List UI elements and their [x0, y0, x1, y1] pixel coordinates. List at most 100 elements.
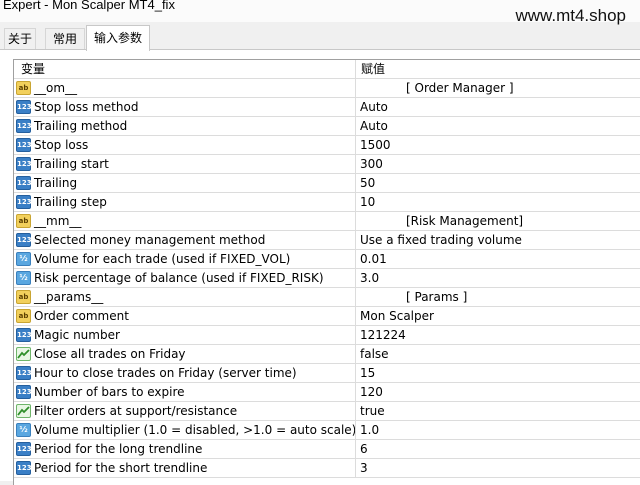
integer-icon: 123 — [16, 328, 32, 342]
variable-value: 1500 — [360, 138, 391, 152]
table-row[interactable]: Filter orders at support/resistance true — [14, 402, 640, 421]
table-row[interactable]: 123 Trailing 50 — [14, 174, 640, 193]
table-row[interactable]: 123 Selected money management method Use a… — [14, 231, 640, 250]
table-row[interactable]: ½ Risk percentage of balance (used if FIX… — [14, 269, 640, 288]
variable-value: 120 — [360, 385, 383, 399]
variable-cell[interactable]: Close all trades on Friday — [14, 345, 356, 363]
variable-cell[interactable]: 123 Hour to close trades on Friday (serve… — [14, 364, 356, 382]
value-cell[interactable]: 3 — [356, 459, 640, 477]
tab-about[interactable]: 关于 — [4, 28, 36, 49]
table-row[interactable]: 123 Number of bars to expire 120 — [14, 383, 640, 402]
table-row[interactable]: 123 Period for the long trendline 6 — [14, 440, 640, 459]
variable-value: 10 — [360, 195, 376, 209]
variable-cell[interactable]: 123 Trailing method — [14, 117, 356, 135]
variable-name: Volume for each trade (used if FIXED_VOL… — [34, 252, 291, 266]
header-value-cell[interactable]: 赋值 — [356, 60, 640, 78]
variable-name: __mm__ — [34, 214, 82, 228]
variable-cell[interactable]: 123 Magic number — [14, 326, 356, 344]
table-row[interactable]: 123 Trailing step 10 — [14, 193, 640, 212]
value-cell[interactable]: 3.0 — [356, 269, 640, 287]
value-cell[interactable]: 1500 — [356, 136, 640, 154]
variable-cell[interactable]: 123 Trailing start — [14, 155, 356, 173]
table-row[interactable]: Close all trades on Friday false — [14, 345, 640, 364]
variable-cell[interactable]: ½ Risk percentage of balance (used if FIX… — [14, 269, 356, 287]
variable-cell[interactable]: ab Order comment — [14, 307, 356, 325]
value-cell[interactable]: Use a fixed trading volume — [356, 231, 640, 249]
variable-cell[interactable]: ½ Volume multiplier (1.0 = disabled, >1.0… — [14, 421, 356, 439]
variable-value: Auto — [360, 119, 388, 133]
table-row[interactable]: 123 Period for the short trendline 3 — [14, 459, 640, 478]
integer-icon: 123 — [16, 366, 32, 380]
table-row[interactable]: ½ Volume multiplier (1.0 = disabled, >1.0… — [14, 421, 640, 440]
variable-cell[interactable]: ab __om__ — [14, 79, 356, 97]
variable-value: 6 — [360, 442, 368, 456]
table-row[interactable]: ab __mm__ [Risk Management] — [14, 212, 640, 231]
variable-cell[interactable]: 123 Period for the long trendline — [14, 440, 356, 458]
variable-value: 50 — [360, 176, 376, 190]
variable-cell[interactable]: 123 Trailing step — [14, 193, 356, 211]
variable-cell[interactable]: 123 Selected money management method — [14, 231, 356, 249]
header-value-label: 赋值 — [361, 62, 386, 76]
table-row[interactable]: ab __om__ [ Order Manager ] — [14, 79, 640, 98]
parameters-table: 变量 赋值 ab __om__[ Order Manager ] 123 Stop l… — [13, 59, 640, 485]
tab-common[interactable]: 常用 — [45, 28, 85, 49]
integer-icon: 123 — [16, 176, 32, 190]
table-row[interactable]: ab Order comment Mon Scalper — [14, 307, 640, 326]
window-titlebar: Expert - Mon Scalper MT4_fix www.mt4.sho… — [0, 0, 640, 25]
variable-cell[interactable]: 123 Stop loss — [14, 136, 356, 154]
enum-icon: 123 — [16, 233, 32, 247]
value-cell[interactable]: 10 — [356, 193, 640, 211]
value-cell[interactable]: [Risk Management] — [356, 212, 640, 230]
variable-name: Trailing method — [34, 119, 128, 133]
integer-icon: 123 — [16, 195, 32, 209]
variable-value: Auto — [360, 100, 388, 114]
table-row[interactable]: 123 Magic number 121224 — [14, 326, 640, 345]
variable-value: 0.01 — [360, 252, 387, 266]
value-cell[interactable]: [ Params ] — [356, 288, 640, 306]
watermark-text: www.mt4.shop — [515, 6, 626, 25]
value-cell[interactable]: 15 — [356, 364, 640, 382]
value-cell[interactable]: true — [356, 402, 640, 420]
table-row[interactable]: 123 Trailing start 300 — [14, 155, 640, 174]
table-row[interactable]: 123 Trailing method Auto — [14, 117, 640, 136]
value-cell[interactable]: Auto — [356, 117, 640, 135]
variable-name: __om__ — [34, 81, 78, 95]
section-header-value: [ Order Manager ] — [406, 81, 514, 95]
tab-inputs[interactable]: 输入参数 — [86, 25, 150, 51]
table-row[interactable]: 123 Stop loss method Auto — [14, 98, 640, 117]
value-cell[interactable]: Auto — [356, 98, 640, 116]
variable-name: Filter orders at support/resistance — [34, 404, 238, 418]
value-cell[interactable]: 6 — [356, 440, 640, 458]
value-cell[interactable]: false — [356, 345, 640, 363]
variable-name: Stop loss — [34, 138, 89, 152]
variable-cell[interactable]: Filter orders at support/resistance — [14, 402, 356, 420]
table-row[interactable]: ½ Volume for each trade (used if FIXED_VO… — [14, 250, 640, 269]
variable-cell[interactable]: 123 Stop loss method — [14, 98, 356, 116]
variable-value: 3 — [360, 461, 368, 475]
value-cell[interactable]: [ Order Manager ] — [356, 79, 640, 97]
variable-cell[interactable]: ab __params__ — [14, 288, 356, 306]
variable-value: 15 — [360, 366, 376, 380]
variable-cell[interactable]: 123 Trailing — [14, 174, 356, 192]
table-row[interactable]: 123 Hour to close trades on Friday (serve… — [14, 364, 640, 383]
value-cell[interactable]: 121224 — [356, 326, 640, 344]
value-cell[interactable]: 50 — [356, 174, 640, 192]
variable-cell[interactable]: 123 Period for the short trendline — [14, 459, 356, 477]
variable-name: Order comment — [34, 309, 129, 323]
variable-name: __params__ — [34, 290, 104, 304]
variable-name: Volume multiplier (1.0 = disabled, >1.0 … — [34, 423, 356, 437]
variable-cell[interactable]: ½ Volume for each trade (used if FIXED_VO… — [14, 250, 356, 268]
double-icon: ½ — [16, 423, 31, 437]
value-cell[interactable]: Mon Scalper — [356, 307, 640, 325]
value-cell[interactable]: 1.0 — [356, 421, 640, 439]
table-row[interactable]: 123 Stop loss 1500 — [14, 136, 640, 155]
header-variable-cell[interactable]: 变量 — [14, 60, 356, 78]
variable-cell[interactable]: ab __mm__ — [14, 212, 356, 230]
variable-cell[interactable]: 123 Number of bars to expire — [14, 383, 356, 401]
value-cell[interactable]: 300 — [356, 155, 640, 173]
value-cell[interactable]: 0.01 — [356, 250, 640, 268]
variable-name: Stop loss method — [34, 100, 139, 114]
table-row[interactable]: ab __params__ [ Params ] — [14, 288, 640, 307]
value-cell[interactable]: 120 — [356, 383, 640, 401]
string-icon: ab — [16, 214, 31, 228]
